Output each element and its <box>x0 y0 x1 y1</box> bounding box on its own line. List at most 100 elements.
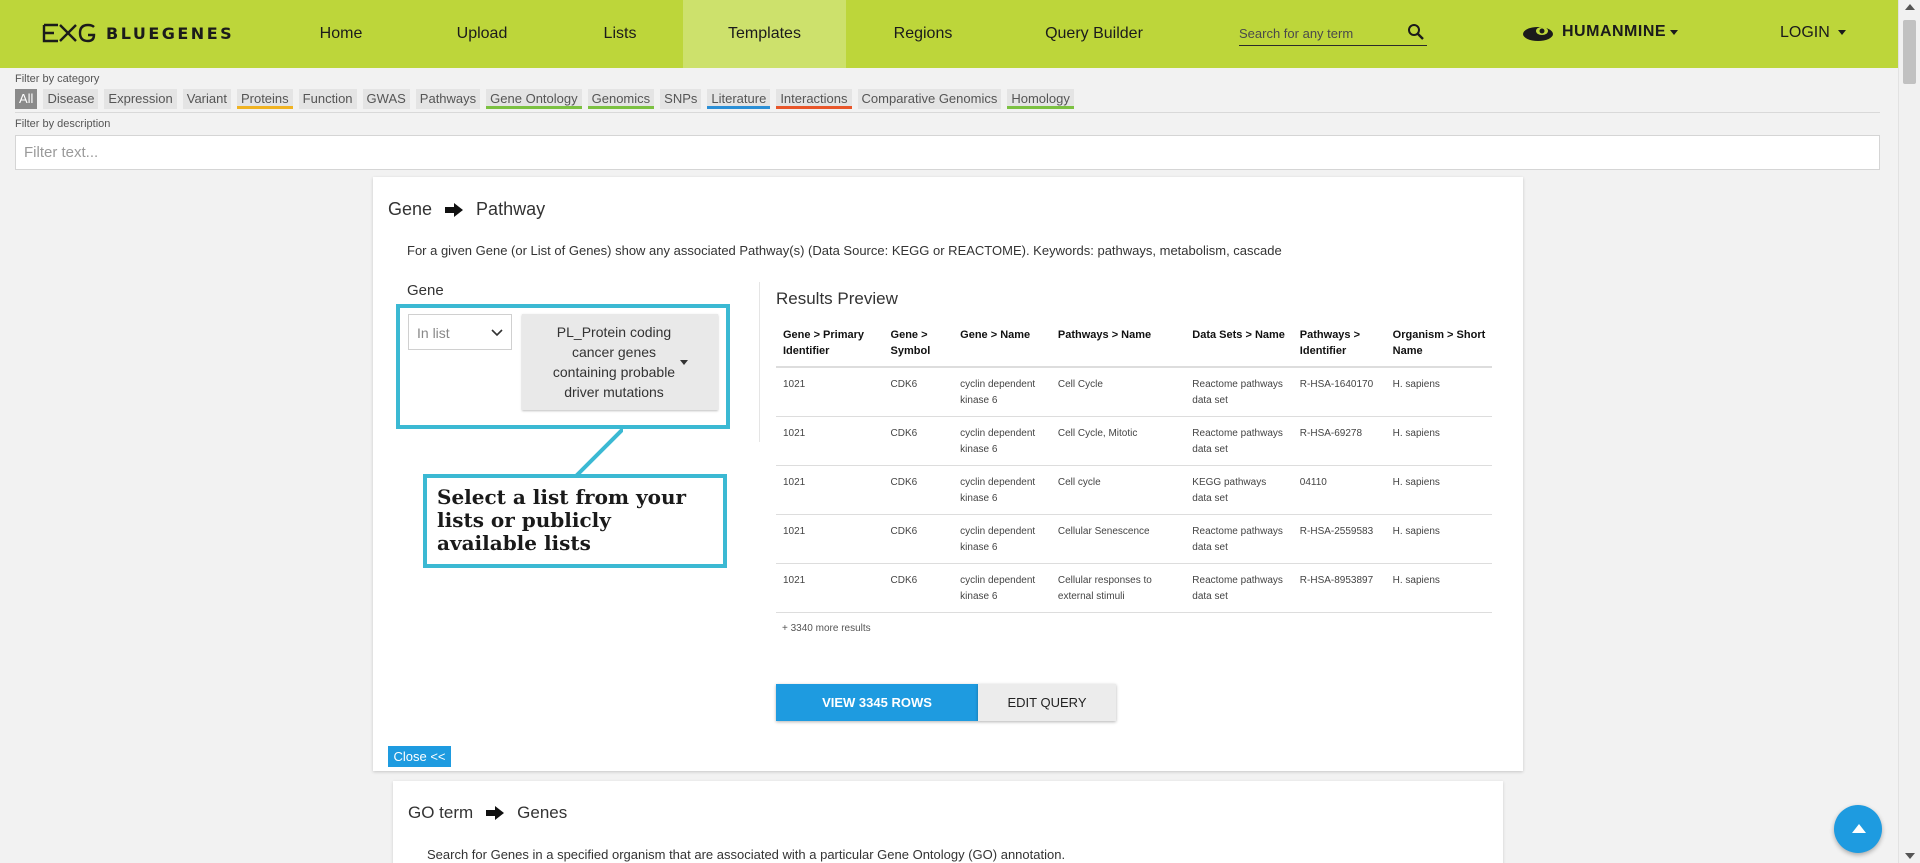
template-card-gene-pathway: Gene Pathway For a given Gene (or List o… <box>373 177 1523 771</box>
table-cell: cyclin dependent kinase 6 <box>953 563 1051 613</box>
nav-home[interactable]: Home <box>291 0 391 68</box>
column-header[interactable]: Pathways > Identifier <box>1292 322 1386 368</box>
more-results-text: + 3340 more results <box>782 623 871 634</box>
category-filter-snps[interactable]: SNPs <box>660 89 702 109</box>
table-header-row: Gene > Primary Identifier Gene > Symbol Ge… <box>776 322 1492 368</box>
table-cell: H. sapiens <box>1385 465 1492 515</box>
table-row: 1021 CDK6 cyclin dependent kinase 6 Cell Cy… <box>776 416 1492 466</box>
nav-templates[interactable]: Templates <box>683 0 846 68</box>
template-description: For a given Gene (or List of Genes) show… <box>407 243 1282 258</box>
table-cell: Reactome pathways data set <box>1185 563 1293 613</box>
nav-lists[interactable]: Lists <box>570 0 670 68</box>
tutorial-callout: Select a list from your lists or publicl… <box>423 474 727 568</box>
scroll-up-icon[interactable] <box>1905 4 1915 10</box>
mine-selector[interactable]: HUMANMINE <box>1522 22 1679 42</box>
column-header[interactable]: Gene > Symbol <box>883 322 954 368</box>
table-cell: H. sapiens <box>1385 367 1492 417</box>
table-cell: R-HSA-69278 <box>1292 416 1386 466</box>
table-cell: Reactome pathways data set <box>1185 514 1293 564</box>
operator-select[interactable]: In list <box>408 314 512 350</box>
arrow-up-icon <box>1852 824 1866 833</box>
column-header[interactable]: Gene > Primary Identifier <box>776 322 884 368</box>
nav-query-builder[interactable]: Query Builder <box>1024 0 1164 68</box>
edit-query-button[interactable]: EDIT QUERY <box>978 684 1116 721</box>
template-title[interactable]: GO term Genes <box>408 803 567 823</box>
category-filter-all[interactable]: All <box>15 89 38 109</box>
login-button[interactable]: LOGIN <box>1780 24 1847 42</box>
category-filter-variant[interactable]: Variant <box>182 89 231 109</box>
category-filter-pathways[interactable]: Pathways <box>415 89 481 109</box>
table-cell: Reactome pathways data set <box>1185 416 1293 466</box>
category-filter-interactions[interactable]: Interactions <box>776 89 852 109</box>
table-cell: cyclin dependent kinase 6 <box>953 514 1051 564</box>
section-divider <box>759 282 760 442</box>
table-cell: CDK6 <box>883 465 954 515</box>
filter-text-input[interactable] <box>15 135 1880 170</box>
template-title-to: Pathway <box>476 199 546 219</box>
operator-value: In list <box>417 325 450 341</box>
template-title-to: Genes <box>517 803 568 822</box>
brand-name: BLUEGENES <box>106 23 235 43</box>
table-cell: Cell cycle <box>1050 465 1186 515</box>
table-cell: Cellular responses to external stimuli <box>1050 563 1186 613</box>
table-cell: H. sapiens <box>1385 514 1492 564</box>
table-cell: CDK6 <box>883 416 954 466</box>
scroll-down-icon[interactable] <box>1905 853 1915 859</box>
list-select-button[interactable]: PL_Protein coding cancer genes containin… <box>522 314 718 410</box>
nav-regions[interactable]: Regions <box>873 0 973 68</box>
nav-upload[interactable]: Upload <box>432 0 532 68</box>
search-icon[interactable] <box>1407 23 1425 41</box>
column-header[interactable]: Pathways > Name <box>1050 322 1186 368</box>
category-filter-gene-ontology[interactable]: Gene Ontology <box>486 89 582 109</box>
results-table: Gene > Primary Identifier Gene > Symbol Ge… <box>776 322 1492 613</box>
scroll-to-top-button[interactable] <box>1834 805 1882 853</box>
category-filter-gwas[interactable]: GWAS <box>362 89 410 109</box>
table-cell: CDK6 <box>883 514 954 564</box>
category-filter-expression[interactable]: Expression <box>104 89 177 109</box>
list-select-value: PL_Protein coding cancer genes containin… <box>552 324 676 400</box>
category-filter-proteins[interactable]: Proteins <box>236 89 293 109</box>
humanmine-logo-icon <box>1523 27 1553 41</box>
column-header[interactable]: Data Sets > Name <box>1185 322 1293 368</box>
scroll-thumb[interactable] <box>1903 20 1916 84</box>
caret-down-icon <box>1670 29 1679 35</box>
arrow-right-icon <box>486 806 505 820</box>
table-cell: cyclin dependent kinase 6 <box>953 416 1051 466</box>
table-cell: cyclin dependent kinase 6 <box>953 465 1051 515</box>
filter-description-label: Filter by description <box>15 118 111 130</box>
table-cell: R-HSA-2559583 <box>1292 514 1386 564</box>
table-cell: Cell Cycle, Mitotic <box>1050 416 1186 466</box>
category-filter-comparative-genomics[interactable]: Comparative Genomics <box>857 89 1002 109</box>
template-card-goterm-genes[interactable]: GO term Genes Search for Genes in a spec… <box>393 781 1503 863</box>
table-cell: 1021 <box>776 416 884 466</box>
brand-logo[interactable]: BLUEGENES <box>42 22 234 44</box>
arrow-right-icon <box>445 202 464 217</box>
search-input[interactable] <box>1239 22 1409 44</box>
category-filter-disease[interactable]: Disease <box>43 89 99 109</box>
category-filter-function[interactable]: Function <box>298 89 357 109</box>
category-filter-homology[interactable]: Homology <box>1007 89 1074 109</box>
page-scrollbar[interactable] <box>1898 0 1920 863</box>
table-cell: H. sapiens <box>1385 416 1492 466</box>
bluegenes-logo-icon <box>42 23 96 43</box>
results-preview-title: Results Preview <box>776 289 898 308</box>
table-cell: 1021 <box>776 563 884 613</box>
column-header[interactable]: Gene > Name <box>953 322 1051 368</box>
filter-divider <box>15 112 1880 113</box>
table-cell: KEGG pathways data set <box>1185 465 1293 515</box>
table-cell: H. sapiens <box>1385 563 1492 613</box>
template-title[interactable]: Gene Pathway <box>388 199 545 220</box>
category-filter-literature[interactable]: Literature <box>707 89 771 109</box>
table-row: 1021 CDK6 cyclin dependent kinase 6 Cellula… <box>776 514 1492 564</box>
table-row: 1021 CDK6 cyclin dependent kinase 6 Cell cy… <box>776 465 1492 515</box>
category-filter-genomics[interactable]: Genomics <box>587 89 655 109</box>
column-header[interactable]: Organism > Short Name <box>1385 322 1492 368</box>
close-template-button[interactable]: Close << <box>388 746 451 767</box>
template-title-from: Gene <box>388 199 433 219</box>
view-rows-button[interactable]: VIEW 3345 ROWS <box>776 684 978 721</box>
table-cell: CDK6 <box>883 367 954 417</box>
category-filter-bar: All Disease Expression Variant Proteins Funct… <box>15 89 1074 109</box>
top-navbar: BLUEGENES Home Upload Lists Templates Re… <box>0 0 1898 68</box>
table-cell: 04110 <box>1292 465 1386 515</box>
table-cell: 1021 <box>776 465 884 515</box>
